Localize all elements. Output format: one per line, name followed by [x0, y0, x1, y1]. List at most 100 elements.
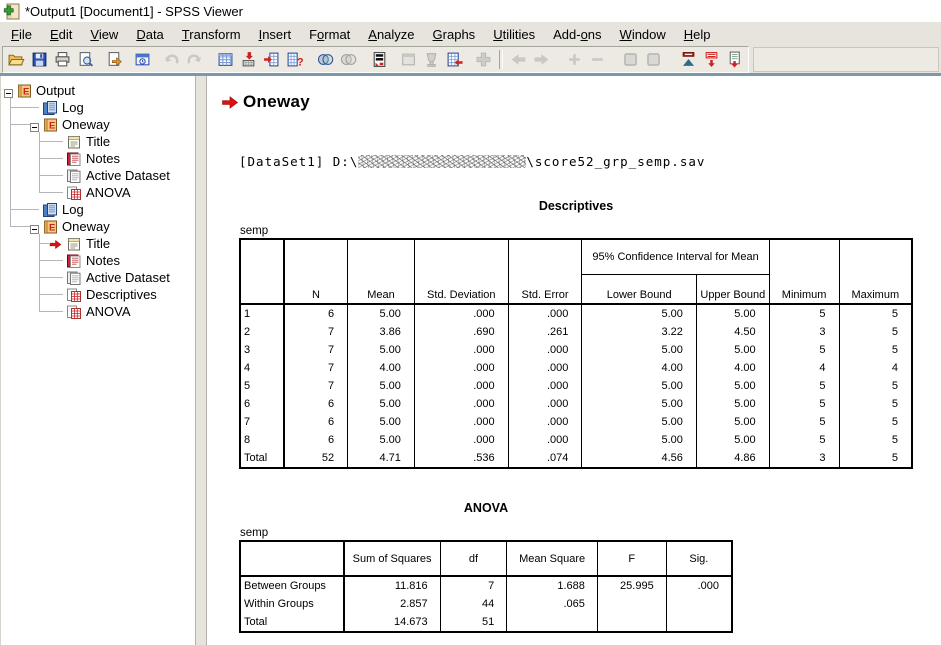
previous-output-button[interactable]	[507, 49, 530, 70]
find-button[interactable]: ?	[283, 49, 306, 70]
active-dataset-icon	[66, 169, 82, 183]
descriptives-section: Descriptives semp N Mean Std. Deviation	[239, 199, 913, 469]
menu-help[interactable]: Help	[675, 24, 720, 45]
tree-item-title[interactable]: Title	[1, 235, 195, 252]
value-cell: 5	[839, 413, 912, 431]
tree-item-notes[interactable]: Notes	[1, 252, 195, 269]
tree-item-oneway[interactable]: EOneway	[1, 116, 195, 133]
value-cell: .000	[414, 431, 508, 449]
menu-data[interactable]: Data	[127, 24, 172, 45]
save-file-button[interactable]	[28, 49, 51, 70]
select-last-output-button[interactable]	[420, 49, 443, 70]
value-cell: 5	[839, 395, 912, 413]
value-cell: .000	[508, 341, 582, 359]
value-cell: 25.995	[597, 576, 666, 595]
tree-item-active-dataset[interactable]: Active Dataset	[1, 269, 195, 286]
anova-icon	[66, 305, 82, 319]
menu-analyze[interactable]: Analyze	[359, 24, 423, 45]
value-cell: 5.00	[348, 413, 415, 431]
value-cell: 5.00	[696, 377, 769, 395]
menu-window[interactable]: Window	[611, 24, 675, 45]
tree-item-label: ANOVA	[86, 185, 131, 200]
row-label-cell: 4	[240, 359, 284, 377]
value-cell: 5	[839, 449, 912, 468]
export-output-button[interactable]	[103, 49, 126, 70]
show-output-button[interactable]	[619, 49, 642, 70]
value-cell: 4.00	[696, 359, 769, 377]
demote-outline-button[interactable]	[700, 49, 723, 70]
tree-expander-minus[interactable]	[30, 120, 39, 129]
next-output-button[interactable]	[530, 49, 553, 70]
tree-item-label: Title	[86, 134, 110, 149]
value-cell: 7	[284, 323, 348, 341]
menu-view[interactable]: View	[81, 24, 127, 45]
show-all-variables-button[interactable]	[337, 49, 360, 70]
undo-button[interactable]	[160, 49, 183, 70]
goto-data-button[interactable]	[214, 49, 237, 70]
value-cell: 4.00	[582, 359, 697, 377]
goto-case-button[interactable]	[237, 49, 260, 70]
table-row: 765.00.000.0005.005.0055	[240, 413, 912, 431]
use-variable-sets-button[interactable]	[314, 49, 337, 70]
redo-button[interactable]	[183, 49, 206, 70]
insert-text-button[interactable]	[723, 49, 746, 70]
toolbar-gap	[609, 59, 619, 60]
menu-utilities[interactable]: Utilities	[484, 24, 544, 45]
menu-transform[interactable]: Transform	[173, 24, 250, 45]
promote-outline-button[interactable]	[677, 49, 700, 70]
previous-output-icon	[510, 51, 527, 68]
menu-file[interactable]: File	[2, 24, 41, 45]
value-cell: 51	[440, 613, 507, 632]
app-icon	[3, 3, 20, 20]
anova-table[interactable]: Sum of Squares df Mean Square F Sig. Bet…	[239, 540, 733, 633]
resize-panes-button[interactable]	[472, 49, 495, 70]
col-header-mean: Mean	[348, 239, 415, 304]
menu-add-ons[interactable]: Add-ons	[544, 24, 610, 45]
value-cell: .536	[414, 449, 508, 468]
tree-item-anova[interactable]: ANOVA	[1, 184, 195, 201]
descriptives-table[interactable]: N Mean Std. Deviation Std. Error 95% Con…	[239, 238, 913, 469]
tree-item-notes[interactable]: Notes	[1, 150, 195, 167]
value-cell: 6	[284, 431, 348, 449]
menu-insert[interactable]: Insert	[250, 24, 301, 45]
col-header-sig: Sig.	[666, 541, 732, 576]
recall-dialogs-button[interactable]	[131, 49, 154, 70]
value-cell	[666, 595, 732, 613]
designate-window-button[interactable]	[397, 49, 420, 70]
print-preview-button[interactable]	[74, 49, 97, 70]
menu-graphs[interactable]: Graphs	[424, 24, 485, 45]
export-output-icon	[106, 51, 123, 68]
tree-item-log[interactable]: Log	[1, 201, 195, 218]
tree-item-descriptives[interactable]: Descriptives	[1, 286, 195, 303]
tree-item-active-dataset[interactable]: Active Dataset	[1, 167, 195, 184]
expand-output-button[interactable]	[563, 49, 586, 70]
menu-format[interactable]: Format	[300, 24, 359, 45]
row-label-cell: Total	[240, 613, 344, 632]
variables-button[interactable]	[260, 49, 283, 70]
tree-item-anova[interactable]: ANOVA	[1, 303, 195, 320]
tree-item-output[interactable]: EOutput	[1, 82, 195, 99]
table-row: Between Groups11.81671.68825.995.000	[240, 576, 732, 595]
hide-output-button[interactable]	[642, 49, 665, 70]
value-cell: 5.00	[582, 304, 697, 323]
run-script-button[interactable]	[368, 49, 391, 70]
tree-expander-minus[interactable]	[30, 222, 39, 231]
pane-splitter[interactable]	[195, 76, 207, 645]
print-button[interactable]	[51, 49, 74, 70]
col-header-sum-of-squares: Sum of Squares	[344, 541, 441, 576]
tree-connector	[10, 124, 30, 126]
tree-connector	[10, 107, 39, 109]
menu-edit[interactable]: Edit	[41, 24, 81, 45]
tree-item-title[interactable]: Title	[1, 133, 195, 150]
tree-item-label: Title	[86, 236, 110, 251]
toolbar-gap	[665, 59, 677, 60]
tree-expander-minus[interactable]	[4, 86, 13, 95]
open-file-icon	[8, 51, 25, 68]
value-cell: 4	[769, 359, 839, 377]
insert-case-button[interactable]	[443, 49, 466, 70]
tree-item-log[interactable]: Log	[1, 99, 195, 116]
tree-item-oneway[interactable]: EOneway	[1, 218, 195, 235]
open-file-button[interactable]	[5, 49, 28, 70]
collapse-output-button[interactable]	[586, 49, 609, 70]
tree-item-label: Oneway	[62, 219, 110, 234]
